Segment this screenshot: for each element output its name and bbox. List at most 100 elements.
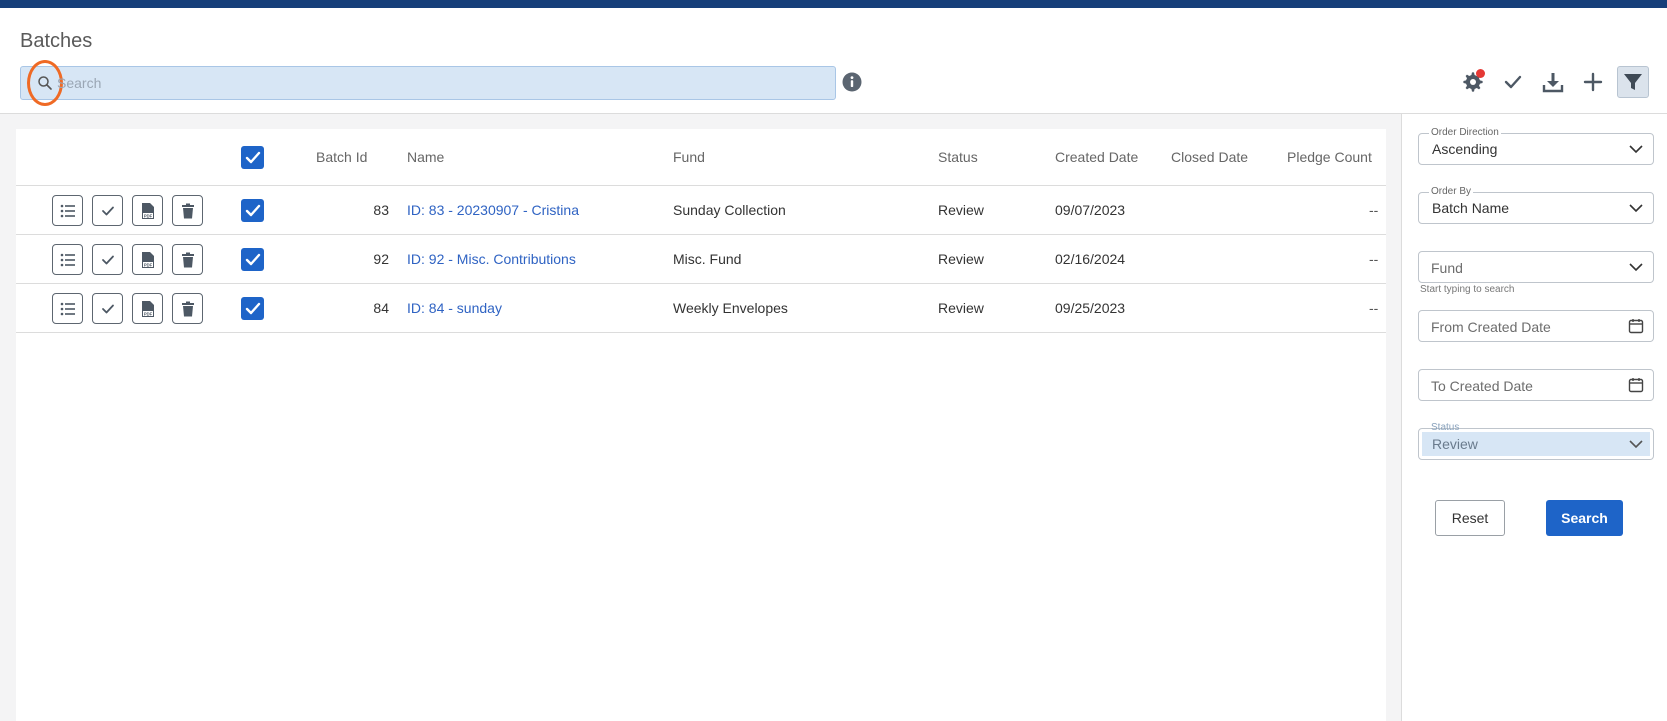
pdf-button[interactable]: PDF <box>132 244 163 275</box>
fund-cell: Sunday Collection <box>673 202 786 218</box>
pdf-icon: PDF <box>141 300 154 317</box>
pdf-icon: PDF <box>141 251 154 268</box>
calendar-icon[interactable] <box>1628 377 1644 393</box>
list-icon <box>60 253 75 266</box>
table-row: PDF 84 ID: 84 - sunday Weekly Envelopes … <box>16 284 1386 333</box>
delete-button[interactable] <box>172 293 203 324</box>
fund-placeholder: Fund <box>1431 260 1463 276</box>
trash-icon <box>181 252 194 267</box>
download-icon <box>1542 73 1564 93</box>
batch-id-cell: 84 <box>373 300 389 316</box>
fund-cell: Weekly Envelopes <box>673 300 788 316</box>
delete-button[interactable] <box>172 244 203 275</box>
created-date-cell: 02/16/2024 <box>1055 251 1126 267</box>
status-cell: Review <box>938 251 984 267</box>
column-header-pledge-count[interactable]: Pledge Count <box>1287 149 1372 165</box>
created-date-cell: 09/07/2023 <box>1055 202 1126 218</box>
top-bar <box>0 0 1667 8</box>
filter-button[interactable] <box>1617 66 1649 98</box>
page-header: Batches <box>0 8 1667 114</box>
trash-icon <box>181 301 194 316</box>
column-header-batch-id[interactable]: Batch Id <box>316 149 367 165</box>
plus-icon <box>1583 72 1603 92</box>
pledge-count-cell: -- <box>1369 202 1379 218</box>
order-direction-select[interactable]: Order Direction Ascending <box>1418 127 1654 165</box>
pledge-count-cell: -- <box>1369 251 1379 267</box>
calendar-icon[interactable] <box>1628 318 1644 334</box>
column-header-fund[interactable]: Fund <box>673 149 705 165</box>
table-row: PDF 92 ID: 92 - Misc. Contributions Misc… <box>16 235 1386 284</box>
chevron-down-icon <box>1629 145 1643 154</box>
order-by-label: Order By <box>1429 186 1474 198</box>
status-cell: Review <box>938 300 984 316</box>
reset-button[interactable]: Reset <box>1435 500 1505 536</box>
status-select[interactable]: Status Review <box>1418 422 1654 460</box>
notification-badge <box>1476 69 1485 78</box>
created-date-cell: 09/25/2023 <box>1055 300 1126 316</box>
filter-panel: Order Direction Ascending Order By Batch… <box>1401 114 1667 721</box>
approve-button[interactable] <box>92 244 123 275</box>
trash-icon <box>181 203 194 218</box>
batch-name-link[interactable]: ID: 83 - 20230907 - Cristina <box>407 202 579 218</box>
column-header-created-date[interactable]: Created Date <box>1055 149 1138 165</box>
fund-hint: Start typing to search <box>1420 284 1515 295</box>
batch-id-cell: 92 <box>373 251 389 267</box>
page-title: Batches <box>20 30 93 52</box>
filter-icon <box>1624 74 1642 90</box>
settings-button[interactable] <box>1457 66 1489 98</box>
table-header: Batch Id Name Fund Status Created Date C… <box>16 129 1386 186</box>
search-input[interactable] <box>57 67 827 99</box>
to-date-placeholder: To Created Date <box>1431 378 1533 394</box>
column-header-name[interactable]: Name <box>407 149 444 165</box>
row-checkbox[interactable] <box>241 297 264 320</box>
from-date-placeholder: From Created Date <box>1431 319 1551 335</box>
approve-all-button[interactable] <box>1497 66 1529 98</box>
batch-name-link[interactable]: ID: 92 - Misc. Contributions <box>407 251 576 267</box>
check-icon <box>1504 75 1522 89</box>
chevron-down-icon <box>1629 440 1643 449</box>
delete-button[interactable] <box>172 195 203 226</box>
svg-text:PDF: PDF <box>143 262 152 267</box>
svg-text:PDF: PDF <box>143 311 152 316</box>
column-header-status[interactable]: Status <box>938 149 978 165</box>
order-direction-value: Ascending <box>1432 141 1498 157</box>
pledge-count-cell: -- <box>1369 300 1379 316</box>
order-by-select[interactable]: Order By Batch Name <box>1418 186 1654 224</box>
order-by-value: Batch Name <box>1432 200 1510 216</box>
approve-button[interactable] <box>92 293 123 324</box>
batch-name-link[interactable]: ID: 84 - sunday <box>407 300 502 316</box>
check-icon <box>101 255 114 264</box>
view-details-button[interactable] <box>52 244 83 275</box>
search-box <box>20 60 836 106</box>
info-icon[interactable] <box>842 72 862 92</box>
row-checkbox[interactable] <box>241 199 264 222</box>
pdf-button[interactable]: PDF <box>132 293 163 324</box>
select-all-checkbox[interactable] <box>241 146 264 169</box>
fund-cell: Misc. Fund <box>673 251 742 267</box>
svg-text:PDF: PDF <box>143 213 152 218</box>
batch-id-cell: 83 <box>373 202 389 218</box>
check-icon <box>101 304 114 313</box>
approve-button[interactable] <box>92 195 123 226</box>
pdf-icon: PDF <box>141 202 154 219</box>
check-icon <box>101 206 114 215</box>
to-created-date-field[interactable]: To Created Date <box>1418 369 1654 401</box>
view-details-button[interactable] <box>52 293 83 324</box>
status-cell: Review <box>938 202 984 218</box>
download-button[interactable] <box>1537 66 1569 98</box>
chevron-down-icon <box>1629 263 1643 272</box>
order-direction-label: Order Direction <box>1429 127 1501 139</box>
search-button[interactable]: Search <box>1546 500 1623 536</box>
column-header-closed-date[interactable]: Closed Date <box>1171 149 1248 165</box>
table-row: PDF 83 ID: 83 - 20230907 - Cristina Sund… <box>16 186 1386 235</box>
pdf-button[interactable]: PDF <box>132 195 163 226</box>
status-label: Status <box>1431 422 1460 433</box>
from-created-date-field[interactable]: From Created Date <box>1418 310 1654 342</box>
fund-select[interactable]: Fund <box>1418 251 1654 283</box>
list-icon <box>60 204 75 217</box>
add-batch-button[interactable] <box>1577 66 1609 98</box>
batches-table: Batch Id Name Fund Status Created Date C… <box>16 129 1386 721</box>
view-details-button[interactable] <box>52 195 83 226</box>
status-value: Review <box>1432 436 1478 452</box>
row-checkbox[interactable] <box>241 248 264 271</box>
